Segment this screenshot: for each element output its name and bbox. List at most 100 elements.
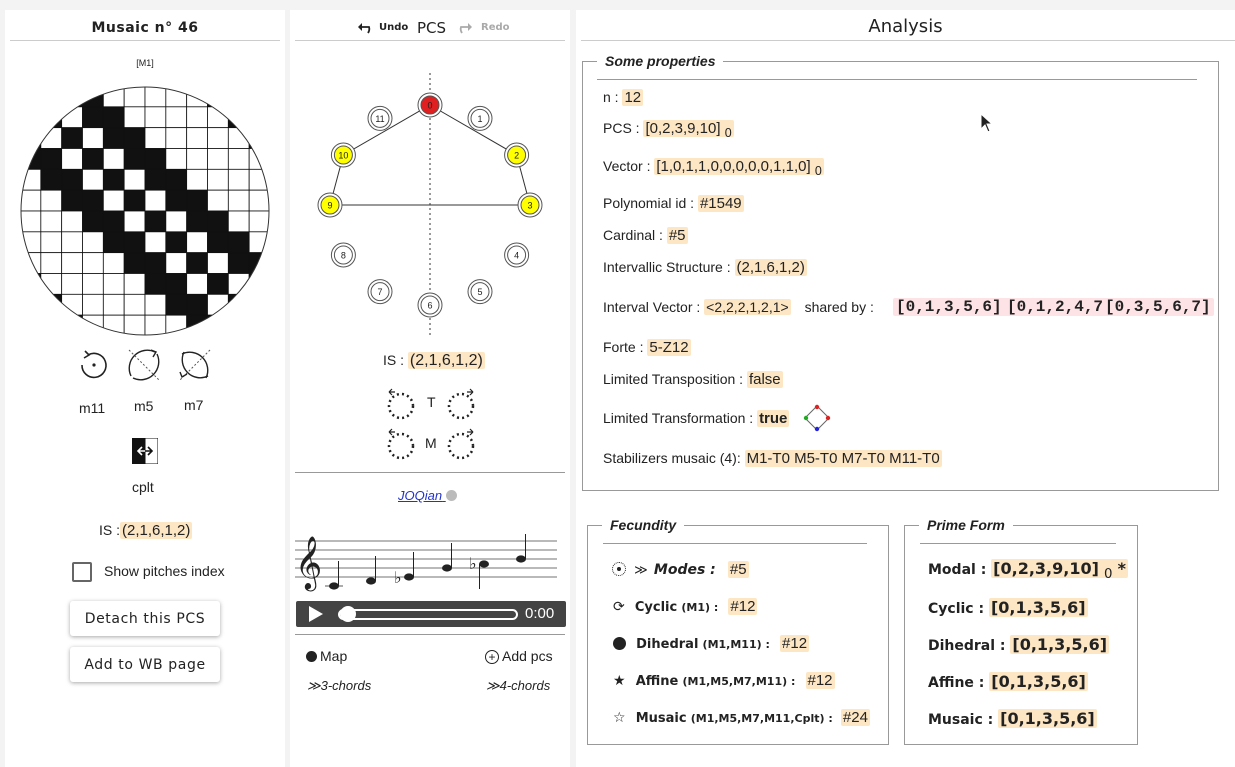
pcs-clock[interactable]: 0 1 2 3 4 5 6 7 8 9 10 11 [290, 65, 570, 355]
pitch-node-4[interactable]: 4 [504, 242, 530, 268]
play-icon[interactable] [308, 605, 324, 623]
show-pitches-checkbox[interactable] [72, 562, 92, 582]
pitch-node-1[interactable]: 1 [467, 105, 493, 131]
detach-pcs-button[interactable]: Detach this PCS [70, 601, 220, 636]
shared-item[interactable]: [0,1,2,4,7] [1004, 298, 1116, 316]
card-label: Cardinal : [603, 227, 667, 243]
m11-label: m11 [79, 400, 106, 416]
audio-thumb[interactable] [340, 606, 356, 622]
multiply-left-icon[interactable] [384, 428, 418, 462]
transpose-right-icon[interactable] [444, 388, 478, 422]
chords4-label: 4-chords [499, 678, 551, 693]
redo-button[interactable]: Redo [481, 22, 510, 33]
svg-text:♭: ♭ [469, 554, 477, 573]
shared-item-1[interactable]: [0,1,2,4,7] [1004, 298, 1116, 316]
musaic-grid[interactable] [20, 86, 270, 336]
pcs-row: PCS : [0,2,3,9,10] 0 [603, 120, 734, 140]
svg-text:♭: ♭ [394, 568, 402, 587]
pitch-node-9[interactable]: 9 [317, 192, 343, 218]
pitch-node-6[interactable]: 6 [417, 292, 443, 318]
poly-label: Polynomial id : [603, 195, 698, 211]
vector-value: [1,0,1,1,0,0,0,0,0,1,1,0] [656, 158, 811, 175]
svg-text:2: 2 [514, 151, 519, 161]
pcs-title: PCS [417, 19, 447, 37]
pf-modal-star: * [1117, 559, 1126, 578]
is-row-analysis: Intervallic Structure : (2,1,6,1,2) [603, 259, 807, 276]
joqian-link[interactable]: JOQian [398, 488, 457, 503]
musaic-value[interactable]: #24 [840, 709, 870, 726]
vector-value-box: [1,0,1,1,0,0,0,0,0,1,1,0] 0 [654, 158, 824, 178]
dihedral-label: Dihedral [636, 637, 699, 652]
pf-cyclic-value[interactable]: [0,1,3,5,6] [988, 598, 1088, 617]
pf-musaic-label: Musaic : [928, 712, 999, 728]
lt-value: false [746, 371, 783, 388]
joqian-link-text[interactable]: JOQian [398, 488, 442, 503]
analysis-panel: Analysis Some properties n : 12 PCS : [0… [576, 10, 1235, 767]
pcs-value: [0,2,3,9,10] [645, 120, 721, 137]
pf-musaic-value[interactable]: [0,1,3,5,6] [998, 709, 1097, 728]
pitch-node-0[interactable]: 0 [417, 92, 443, 118]
undo-icon[interactable] [357, 22, 371, 34]
multiply-m5-icon[interactable] [125, 346, 163, 384]
transpose-left-icon[interactable] [384, 388, 418, 422]
chevron-down-icon: ≫ [486, 678, 500, 693]
treble-clef-icon: 𝄞 [295, 535, 322, 591]
svg-text:6: 6 [427, 301, 432, 311]
modes-row[interactable]: ≫ Modes : #5 [612, 561, 749, 578]
shared-item-2[interactable]: [0,3,5,6,7] [1102, 298, 1214, 316]
svg-text:11: 11 [375, 114, 384, 124]
modes-target-icon [612, 562, 626, 576]
map-button[interactable]: Map [306, 648, 347, 664]
pf-dihedral-value[interactable]: [0,1,3,5,6] [1010, 635, 1110, 654]
svg-text:8: 8 [341, 251, 346, 261]
affine-value[interactable]: #12 [805, 672, 835, 689]
pf-modal-box[interactable]: [0,2,3,9,10] 0 * [991, 559, 1128, 582]
pitch-node-7[interactable]: 7 [367, 279, 393, 305]
audio-player[interactable]: 0:00 [296, 601, 566, 627]
affine-label: Affine [635, 674, 679, 689]
dihedral-value[interactable]: #12 [780, 635, 810, 652]
pitch-node-10[interactable]: 10 [330, 142, 356, 168]
is-row: IS : (2,1,6,1,2) [99, 522, 193, 539]
diamond-icon [803, 404, 831, 432]
poly-row: Polynomial id : #1549 [603, 195, 744, 212]
vector-sub: 0 [814, 164, 822, 178]
card-value: #5 [666, 227, 688, 244]
affine-group: (M1,M5,M7,M11) : [682, 675, 796, 688]
add-to-wb-button[interactable]: Add to WB page [70, 647, 220, 682]
musaic-tag: [M1] [136, 58, 154, 68]
shared-item[interactable]: [0,3,5,6,7] [1102, 298, 1214, 316]
chords3-button[interactable]: ≫3-chords [307, 678, 371, 694]
svg-text:7: 7 [377, 287, 382, 297]
audio-progress[interactable] [338, 609, 518, 620]
pitch-node-5[interactable]: 5 [467, 279, 493, 305]
pitch-node-8[interactable]: 8 [330, 242, 356, 268]
cyclic-value[interactable]: #12 [728, 598, 758, 615]
redo-icon[interactable] [459, 22, 473, 34]
forte-value: 5-Z12 [647, 339, 691, 356]
affine-row: ★ Affine (M1,M5,M7,M11) : #12 [613, 672, 835, 689]
dihedral-icon [613, 637, 626, 650]
ltf-value: true [757, 410, 790, 427]
multiply-right-icon[interactable] [444, 428, 478, 462]
pitch-node-2[interactable]: 2 [504, 142, 530, 168]
card-row: Cardinal : #5 [603, 227, 688, 244]
add-pcs-button[interactable]: + Add pcs [485, 648, 553, 664]
undo-button[interactable]: Undo [379, 22, 408, 33]
chords4-button[interactable]: ≫4-chords [486, 678, 550, 694]
cplt-label: cplt [132, 479, 154, 495]
pitch-node-11[interactable]: 11 [367, 105, 393, 131]
pcs-label: PCS : [603, 120, 644, 136]
pf-modal-sub: 0 [1104, 567, 1113, 583]
show-pitches-label: Show pitches index [104, 563, 225, 579]
dihedral-row: Dihedral (M1,M11) : #12 [613, 635, 810, 652]
rotate-icon[interactable] [76, 347, 112, 383]
n-row: n : 12 [603, 89, 644, 106]
pitch-node-3[interactable]: 3 [517, 192, 543, 218]
pf-affine-value[interactable]: [0,1,3,5,6] [989, 672, 1088, 691]
audio-icon [445, 490, 457, 501]
musaic-panel: Musaic n° 46 [M1] m11 m5 m7 cplt IS : (2,… [5, 10, 285, 767]
prime-form-legend: Prime Form [927, 517, 1005, 533]
complement-icon[interactable] [132, 438, 158, 464]
multiply-m7-icon[interactable] [176, 346, 214, 384]
